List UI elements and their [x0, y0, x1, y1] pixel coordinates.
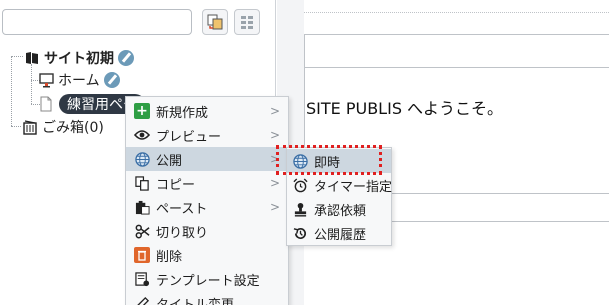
globe-icon: [134, 151, 150, 167]
menu-item-rename[interactable]: タイトル変更: [126, 291, 288, 305]
canvas-guide-line: [304, 67, 609, 68]
submenu-item-label: タイマー指定: [314, 179, 393, 195]
menu-item-copy[interactable]: コピー >: [126, 171, 288, 195]
menu-item-label: プレビュー: [156, 129, 222, 145]
scissors-icon: [134, 223, 150, 239]
home-label: ホーム: [58, 73, 100, 89]
submenu-arrow-icon: >: [269, 104, 280, 118]
context-menu: + 新規作成 > プレビュー > 公開 > コピー > ペースト > 切り取り: [125, 96, 289, 305]
menu-item-template-settings[interactable]: テンプレート設定: [126, 267, 288, 291]
menu-item-label: 公開: [156, 153, 183, 169]
site-folder-icon: [26, 52, 38, 64]
menu-item-label: 削除: [156, 249, 183, 265]
submenu-arrow-icon: >: [269, 128, 280, 142]
copy-tool-button[interactable]: [202, 9, 228, 35]
grid-icon: [241, 16, 253, 29]
menu-item-new[interactable]: + 新規作成 >: [126, 99, 288, 123]
alarm-clock-icon: [292, 177, 308, 193]
grid-view-button[interactable]: [234, 9, 260, 35]
template-icon: [134, 271, 150, 287]
submenu-item-label: 承認依頼: [314, 203, 367, 219]
submenu-item-label: 公開履歴: [314, 227, 367, 243]
search-input[interactable]: [2, 9, 192, 35]
submenu-item-timer[interactable]: タイマー指定: [287, 173, 393, 197]
trash-bin-icon: [23, 120, 37, 135]
canvas-guide-line: [304, 34, 609, 35]
copy-page-icon: [207, 14, 223, 30]
menu-item-preview[interactable]: プレビュー >: [126, 123, 288, 147]
tree-item-site-root[interactable]: サイト初期: [25, 48, 134, 68]
copy-icon: [134, 175, 150, 191]
trash-label: ごみ箱(0): [42, 120, 104, 136]
canvas-guide-line: [304, 12, 609, 13]
menu-item-label: ペースト: [156, 201, 208, 217]
home-monitor-icon: [39, 73, 54, 88]
tree-item-home[interactable]: ホーム: [39, 70, 120, 90]
menu-item-label: 切り取り: [156, 225, 209, 241]
plus-icon: +: [134, 103, 150, 119]
menu-item-cut[interactable]: 切り取り: [126, 219, 288, 243]
page-icon: [40, 96, 52, 112]
annotation-highlight-box: [276, 145, 382, 175]
welcome-text[interactable]: SITE PUBLIS へようこそ。: [306, 95, 503, 119]
site-root-label: サイト初期: [44, 51, 114, 67]
submenu-arrow-icon: >: [269, 200, 280, 214]
submenu-item-publish-history[interactable]: 公開履歴: [287, 221, 391, 245]
submenu-item-approval-request[interactable]: 承認依頼: [287, 197, 391, 221]
eye-icon: [134, 127, 150, 143]
menu-item-label: テンプレート設定: [156, 273, 260, 289]
menu-item-label: コピー: [156, 177, 196, 193]
tree-item-trash[interactable]: ごみ箱(0): [22, 117, 104, 137]
edit-home-pencil-icon[interactable]: [103, 72, 120, 88]
stamp-icon: [292, 201, 308, 217]
history-icon: [292, 225, 308, 241]
menu-item-paste[interactable]: ペースト >: [126, 195, 288, 219]
trash-icon: [134, 247, 150, 263]
menu-item-label: 新規作成: [156, 105, 209, 121]
menu-item-delete[interactable]: 削除: [126, 243, 288, 267]
pencil-icon: [134, 295, 150, 305]
menu-item-publish[interactable]: 公開 >: [126, 147, 288, 171]
submenu-arrow-icon: >: [269, 176, 280, 190]
menu-item-label: タイトル変更: [156, 297, 235, 305]
edit-site-pencil-icon[interactable]: [118, 50, 134, 66]
paste-icon: [134, 199, 150, 215]
